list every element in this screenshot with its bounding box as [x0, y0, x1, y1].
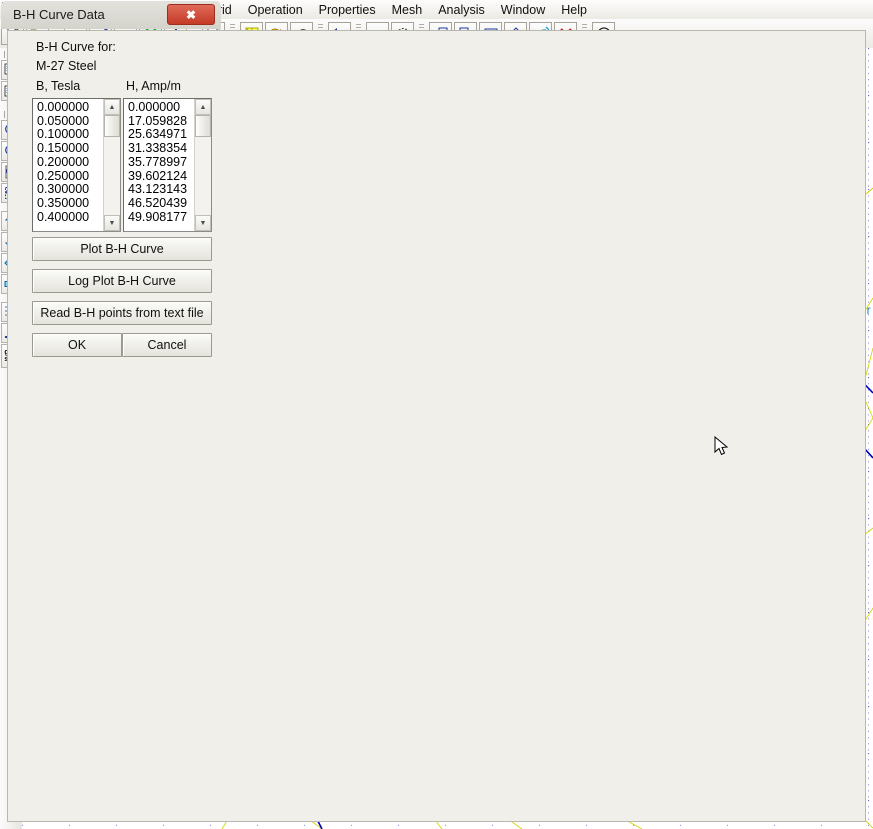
ok-button[interactable]: OK — [32, 333, 122, 357]
list-item[interactable]: 39.602124 — [128, 169, 195, 184]
bh-curve-panel: B-H Curve for: M-27 Steel B, Tesla H, Am… — [7, 30, 866, 822]
list-item[interactable]: 35.778997 — [128, 155, 195, 170]
list-item[interactable]: 17.059828 — [128, 114, 195, 129]
b-column-header: B, Tesla — [36, 79, 81, 93]
b-values-listbox[interactable]: 0.000000 0.050000 0.100000 0.150000 0.200000… — [32, 98, 121, 232]
bh-curve-material-name: M-27 Steel — [36, 59, 97, 73]
h-values-list[interactable]: 0.000000 17.059828 25.634971 31.338354 35.77… — [124, 99, 195, 224]
list-item[interactable]: 0.100000 — [37, 128, 104, 142]
list-item[interactable]: 0.000000 — [37, 100, 104, 115]
list-item[interactable]: 49.908177 — [128, 210, 195, 225]
menu-item-help[interactable]: Help — [553, 1, 595, 19]
menu-item-analysis[interactable]: Analysis — [430, 1, 493, 19]
h-column-header: H, Amp/m — [126, 79, 181, 93]
scroll-thumb[interactable] — [104, 115, 120, 137]
list-item[interactable]: 0.000000 — [128, 100, 195, 115]
list-item[interactable]: 0.350000 — [37, 196, 104, 211]
list-item[interactable]: 0.250000 — [37, 169, 104, 184]
list-item[interactable]: 0.200000 — [37, 155, 104, 170]
list-item[interactable]: 0.300000 — [37, 183, 104, 197]
bh-curve-for-label: B-H Curve for: — [36, 40, 116, 54]
bh-curve-data-dialog[interactable]: B-H Curve Data ✖ B-H Curve for: M-27 Ste… — [0, 0, 866, 822]
h-list-scrollbar[interactable]: ▲ ▼ — [194, 99, 211, 231]
b-values-list[interactable]: 0.000000 0.050000 0.100000 0.150000 0.200000… — [33, 99, 104, 224]
bh-curve-title: B-H Curve Data — [13, 7, 105, 22]
list-item[interactable]: 0.050000 — [37, 114, 104, 129]
menu-item-properties[interactable]: Properties — [311, 1, 384, 19]
list-item[interactable]: 31.338354 — [128, 141, 195, 156]
b-list-scrollbar[interactable]: ▲ ▼ — [103, 99, 120, 231]
read-bh-points-button[interactable]: Read B-H points from text file — [32, 301, 212, 325]
scroll-thumb[interactable] — [195, 115, 211, 137]
scroll-down-button[interactable]: ▼ — [104, 215, 120, 231]
close-icon[interactable]: ✖ — [167, 4, 215, 25]
scroll-up-button[interactable]: ▲ — [104, 99, 120, 115]
bh-curve-titlebar[interactable]: B-H Curve Data ✖ — [1, 1, 221, 29]
list-item[interactable]: 46.520439 — [128, 196, 195, 211]
h-values-listbox[interactable]: 0.000000 17.059828 25.634971 31.338354 35.77… — [123, 98, 212, 232]
menu-item-operation[interactable]: Operation — [240, 1, 311, 19]
list-item[interactable]: 25.634971 — [128, 128, 195, 142]
bh-curve-body: B-H Curve for: M-27 Steel B, Tesla H, Am… — [0, 28, 873, 829]
plot-bh-curve-button[interactable]: Plot B-H Curve — [32, 237, 212, 261]
scroll-up-button[interactable]: ▲ — [195, 99, 211, 115]
log-plot-bh-curve-button[interactable]: Log Plot B-H Curve — [32, 269, 212, 293]
menu-item-mesh[interactable]: Mesh — [384, 1, 431, 19]
menu-item-window[interactable]: Window — [493, 1, 553, 19]
list-item[interactable]: 0.150000 — [37, 141, 104, 156]
list-item[interactable]: 0.400000 — [37, 210, 104, 225]
scroll-down-button[interactable]: ▼ — [195, 215, 211, 231]
list-item[interactable]: 43.123143 — [128, 183, 195, 197]
cancel-button[interactable]: Cancel — [122, 333, 212, 357]
